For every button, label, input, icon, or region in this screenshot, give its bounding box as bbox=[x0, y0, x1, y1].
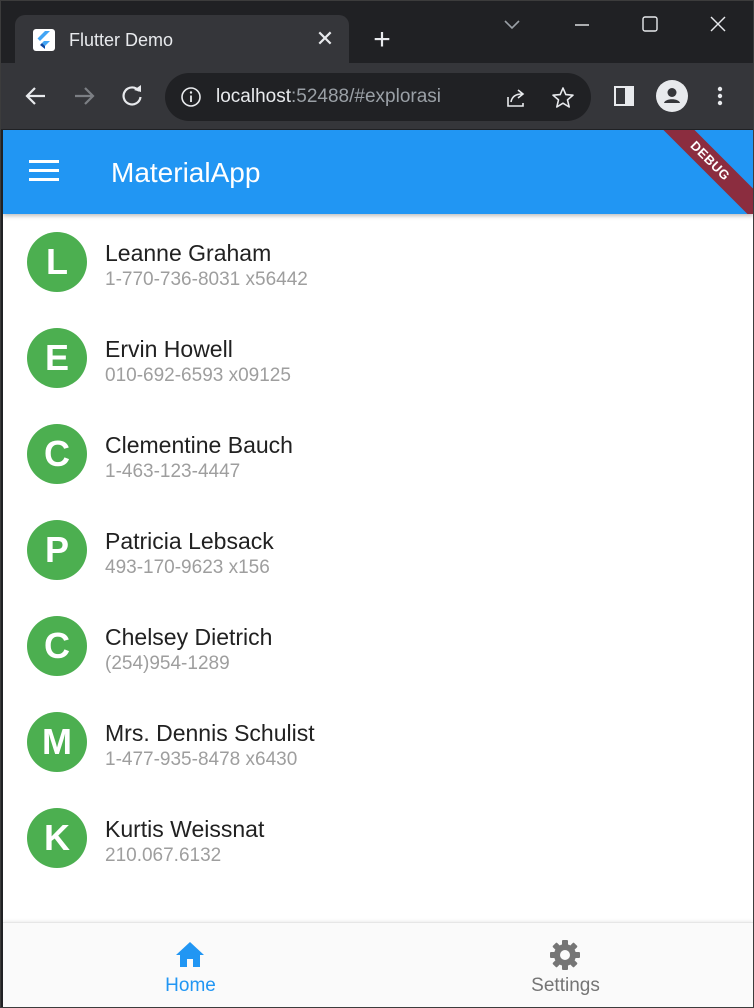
bookmark-star-icon[interactable] bbox=[550, 85, 576, 111]
contact-phone: 493-170-9623 x156 bbox=[105, 557, 270, 578]
contact-name: Chelsey Dietrich bbox=[105, 624, 273, 650]
tab-strip: Flutter Demo ✕ + bbox=[1, 1, 753, 65]
avatar: C bbox=[27, 616, 87, 676]
bottom-navigation-bar: Home Settings bbox=[3, 922, 753, 1007]
forward-arrow-icon[interactable] bbox=[69, 81, 99, 111]
contact-list: L Leanne Graham 1-770-736-8031 x56442 E Ervi… bbox=[3, 214, 753, 886]
side-panel-icon[interactable] bbox=[609, 81, 639, 111]
avatar: L bbox=[27, 232, 87, 292]
browser-window: Flutter Demo ✕ + localhost:52488/#explor… bbox=[0, 0, 754, 1008]
home-icon bbox=[174, 939, 206, 971]
nav-item-settings[interactable]: Settings bbox=[378, 923, 753, 1007]
contact-name: Mrs. Dennis Schulist bbox=[105, 720, 315, 746]
contact-phone: 1-770-736-8031 x56442 bbox=[105, 269, 308, 290]
tab-title: Flutter Demo bbox=[69, 30, 174, 50]
contact-phone: 1-477-935-8478 x6430 bbox=[105, 749, 298, 770]
list-item[interactable]: C Chelsey Dietrich (254)954-1289 bbox=[3, 598, 753, 694]
close-window-icon[interactable] bbox=[703, 11, 733, 39]
nav-item-home[interactable]: Home bbox=[3, 923, 378, 1007]
contact-phone: 1-463-123-4447 bbox=[105, 461, 241, 482]
nav-label-settings: Settings bbox=[531, 975, 600, 996]
app-title: MaterialApp bbox=[111, 157, 261, 188]
debug-banner: DEBUG bbox=[635, 130, 753, 214]
avatar: K bbox=[27, 808, 87, 868]
contact-name: Kurtis Weissnat bbox=[105, 816, 265, 842]
more-menu-icon[interactable] bbox=[705, 81, 735, 111]
maximize-window-icon[interactable] bbox=[635, 11, 665, 39]
list-item[interactable]: E Ervin Howell 010-692-6593 x09125 bbox=[3, 310, 753, 406]
address-bar[interactable]: localhost:52488/#explorasi bbox=[165, 73, 591, 121]
nav-label-home: Home bbox=[165, 975, 216, 996]
list-item[interactable]: L Leanne Graham 1-770-736-8031 x56442 bbox=[3, 214, 753, 310]
gear-icon bbox=[549, 939, 581, 971]
list-item[interactable]: K Kurtis Weissnat 210.067.6132 bbox=[3, 790, 753, 886]
contact-name: Patricia Lebsack bbox=[105, 528, 274, 554]
profile-avatar-icon[interactable] bbox=[656, 80, 688, 112]
share-icon[interactable] bbox=[503, 85, 529, 111]
new-tab-button[interactable]: + bbox=[367, 25, 397, 55]
app-viewport: MaterialApp DEBUG L Leanne Graham 1-770-73… bbox=[3, 130, 753, 1007]
contact-phone: 010-692-6593 x09125 bbox=[105, 365, 291, 386]
site-info-icon[interactable] bbox=[180, 86, 202, 108]
avatar: E bbox=[27, 328, 87, 388]
browser-tab[interactable]: Flutter Demo ✕ bbox=[15, 15, 349, 65]
tab-close-icon[interactable]: ✕ bbox=[313, 27, 337, 51]
avatar: P bbox=[27, 520, 87, 580]
contact-name: Ervin Howell bbox=[105, 336, 233, 362]
contact-name: Clementine Bauch bbox=[105, 432, 293, 458]
contact-phone: 210.067.6132 bbox=[105, 845, 222, 866]
app-bar: MaterialApp DEBUG bbox=[3, 130, 753, 214]
list-item[interactable]: P Patricia Lebsack 493-170-9623 x156 bbox=[3, 502, 753, 598]
list-item[interactable]: M Mrs. Dennis Schulist 1-477-935-8478 x643… bbox=[3, 694, 753, 790]
contact-phone: (254)954-1289 bbox=[105, 653, 230, 674]
avatar: M bbox=[27, 712, 87, 772]
url-path: :52488/#explorasi bbox=[291, 86, 441, 107]
back-arrow-icon[interactable] bbox=[21, 81, 51, 111]
hamburger-menu-icon[interactable] bbox=[29, 160, 61, 184]
reload-icon[interactable] bbox=[117, 81, 147, 111]
browser-toolbar: localhost:52488/#explorasi bbox=[1, 63, 753, 129]
tab-search-chevron-icon[interactable] bbox=[497, 11, 527, 39]
flutter-logo-icon bbox=[33, 29, 55, 51]
url-text: localhost:52488/#explorasi bbox=[216, 86, 441, 108]
contact-name: Leanne Graham bbox=[105, 240, 272, 266]
avatar: C bbox=[27, 424, 87, 484]
url-host: localhost bbox=[216, 86, 291, 107]
minimize-window-icon[interactable] bbox=[567, 11, 597, 39]
list-item[interactable]: C Clementine Bauch 1-463-123-4447 bbox=[3, 406, 753, 502]
